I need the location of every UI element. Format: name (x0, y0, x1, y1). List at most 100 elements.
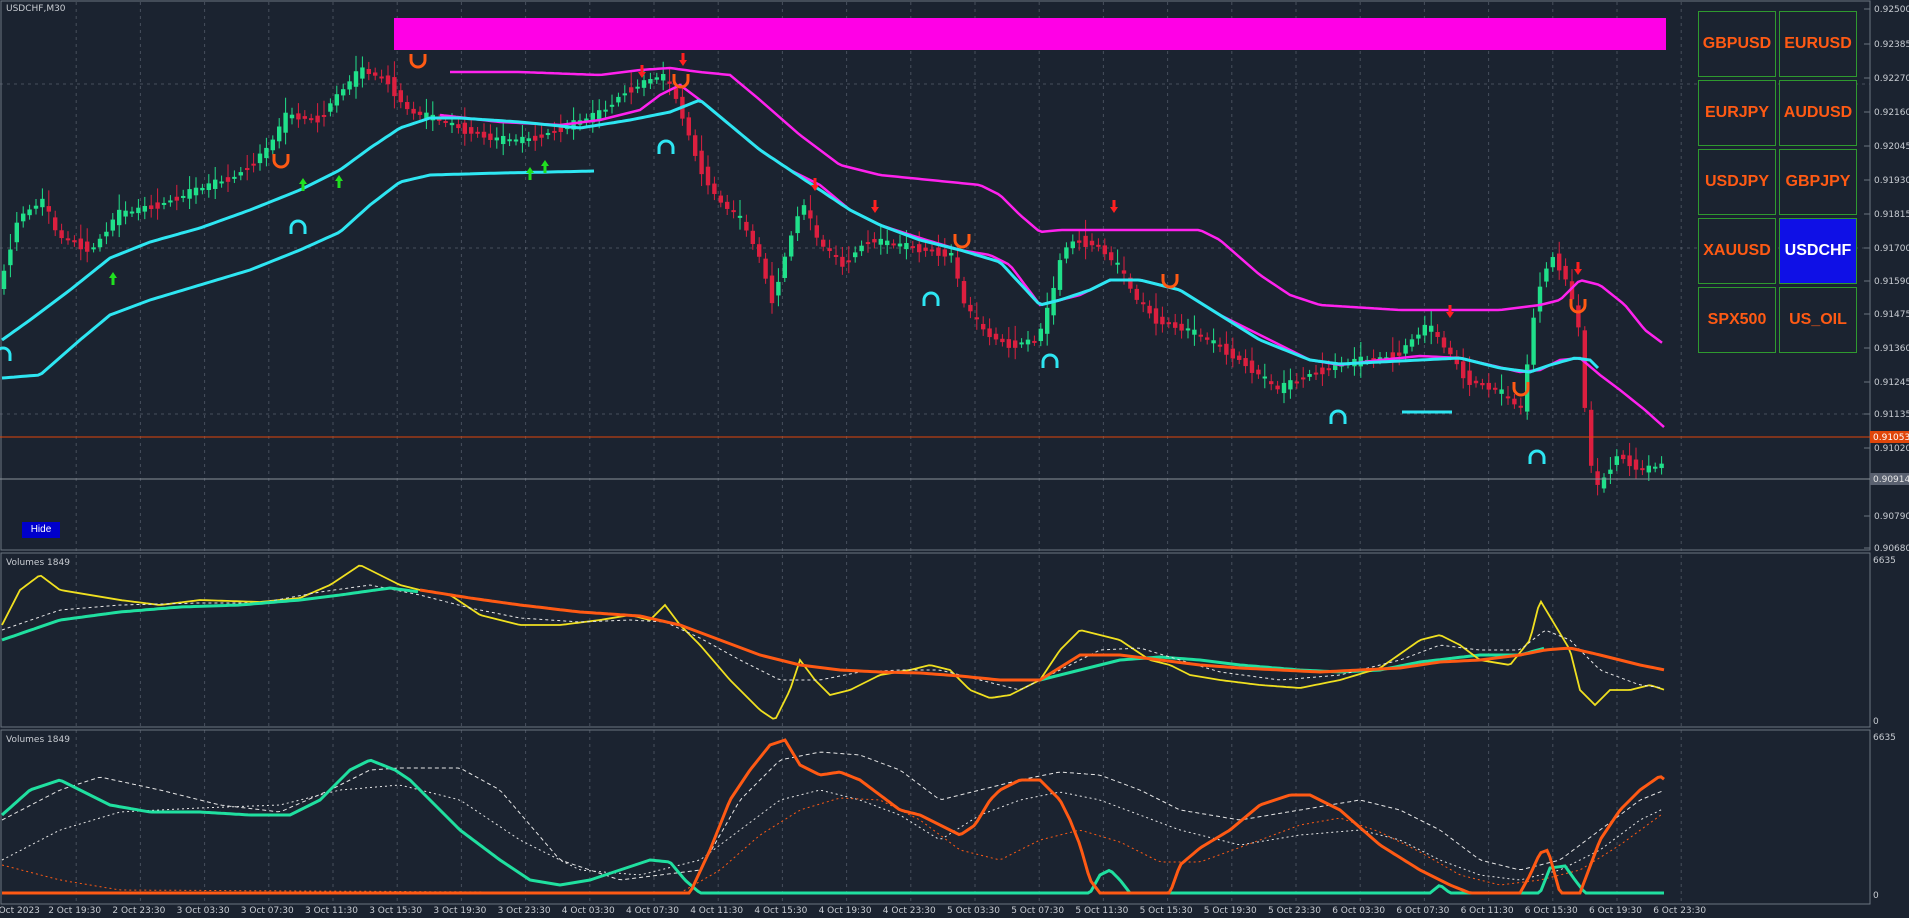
candle-body (187, 189, 192, 199)
symbol-button-audusd[interactable]: AUDUSD (1779, 80, 1857, 146)
price-tick-label: 0.92385 (1874, 40, 1909, 50)
candle-body (1537, 286, 1543, 312)
symbol-button-gbpusd[interactable]: GBPUSD (1698, 11, 1776, 77)
candle-body (968, 304, 973, 312)
candle-body (72, 240, 77, 243)
candle-body (1505, 396, 1511, 399)
time-tick-label: 2 Oct 23:30 (112, 906, 165, 916)
candle-body (405, 102, 410, 110)
candle-body (1563, 265, 1568, 280)
candle-body (955, 257, 960, 279)
symbol-button-xauusd[interactable]: XAUUSD (1698, 218, 1776, 284)
candle-body (1077, 240, 1082, 243)
candle-body (1550, 257, 1555, 268)
candle-body (1307, 374, 1312, 377)
buy-hook-icon (1329, 409, 1347, 424)
candle-body (1441, 337, 1447, 348)
candle-body (814, 225, 819, 238)
candle-body (1409, 339, 1415, 347)
candle-body (1403, 345, 1408, 354)
candle-body (225, 177, 231, 182)
candle-body (142, 205, 147, 212)
candle-body (737, 215, 743, 218)
candle-body (1249, 360, 1255, 373)
candle-body (1179, 323, 1184, 331)
candle-body (1429, 325, 1434, 332)
candle-body (1205, 337, 1210, 340)
candle-body (1486, 382, 1491, 390)
candle-body (859, 245, 864, 252)
volume2-green-line (0, 758, 1664, 895)
time-axis: 2 Oct 2023 2 Oct 19:30 2 Oct 23:30 3 Oct 03… (0, 906, 1706, 916)
time-tick-label: 4 Oct 19:30 (819, 906, 872, 916)
candle-body (494, 137, 499, 141)
candle-body (1045, 307, 1050, 334)
candle-body (347, 81, 352, 90)
buy-arrow-icon (335, 175, 343, 188)
candle-body (462, 122, 467, 134)
candle-body (232, 176, 237, 179)
candle-body (782, 256, 787, 278)
hide-button[interactable]: Hide (22, 522, 60, 538)
candle-body (1288, 380, 1293, 390)
symbol-button-spx500[interactable]: SPX500 (1698, 287, 1776, 353)
sell-hook-icon (953, 234, 971, 249)
candle-body (1109, 252, 1114, 261)
candle-body (449, 122, 455, 126)
symbol-button-us-oil[interactable]: US_OIL (1779, 287, 1857, 353)
candle-body (1397, 352, 1402, 356)
candle-body (545, 132, 551, 136)
middle-band-line (439, 83, 1665, 429)
symbol-button-usdchf[interactable]: USDCHF (1779, 218, 1857, 284)
candle-body (789, 235, 794, 257)
candle-body (1237, 355, 1242, 360)
candle-body (1185, 328, 1191, 331)
candle-body (149, 205, 154, 210)
candle-body (1173, 322, 1178, 328)
candle-body (289, 114, 295, 119)
candle-body (1544, 268, 1549, 282)
main-pane (0, 0, 1871, 551)
candle-body (936, 247, 941, 256)
symbol-button-gbpjpy[interactable]: GBPJPY (1779, 149, 1857, 215)
candle-body (283, 112, 288, 133)
candle-body (821, 239, 826, 247)
candle-body (104, 231, 109, 237)
candle-body (641, 80, 647, 88)
candle-body (1326, 368, 1331, 371)
time-tick-label: 4 Oct 03:30 (562, 906, 615, 916)
candle-body (526, 138, 531, 142)
time-tick-label: 3 Oct 15:30 (369, 906, 422, 916)
candle-body (1230, 348, 1235, 359)
candle-body (302, 116, 307, 119)
symbol-button-eurjpy[interactable]: EURJPY (1698, 80, 1776, 146)
candle-body (1301, 377, 1306, 380)
price-tick-label: 0.91475 (1874, 310, 1909, 320)
candle-body (833, 255, 839, 258)
candle-body (712, 183, 717, 195)
price-chart[interactable]: 0.92500 0.92385 0.92270 0.92160 0.92045 0.919… (0, 0, 1909, 918)
candle-body (270, 139, 275, 151)
indicator2-max-label: 6635 (1873, 733, 1896, 743)
candle-body (315, 115, 320, 123)
candle-body (193, 187, 199, 196)
candle-body (1025, 339, 1031, 345)
candle-body (801, 205, 807, 215)
price-tick-label: 0.92270 (1874, 74, 1909, 84)
candle-body (629, 87, 634, 93)
symbol-button-usdjpy[interactable]: USDJPY (1698, 149, 1776, 215)
candle-body (731, 210, 736, 213)
candle-body (1531, 317, 1536, 365)
candle-body (65, 238, 71, 241)
candle-body (846, 260, 851, 263)
time-tick-label: 3 Oct 07:30 (241, 906, 294, 916)
candle-body (1070, 241, 1075, 249)
candle-body (661, 74, 666, 81)
candle-body (1518, 405, 1523, 408)
candle-body (673, 87, 679, 99)
candle-body (750, 230, 755, 245)
candle-body (379, 76, 384, 79)
candle-body (1633, 459, 1639, 470)
candle-body (53, 217, 58, 231)
symbol-button-eurusd[interactable]: EURUSD (1779, 11, 1857, 77)
